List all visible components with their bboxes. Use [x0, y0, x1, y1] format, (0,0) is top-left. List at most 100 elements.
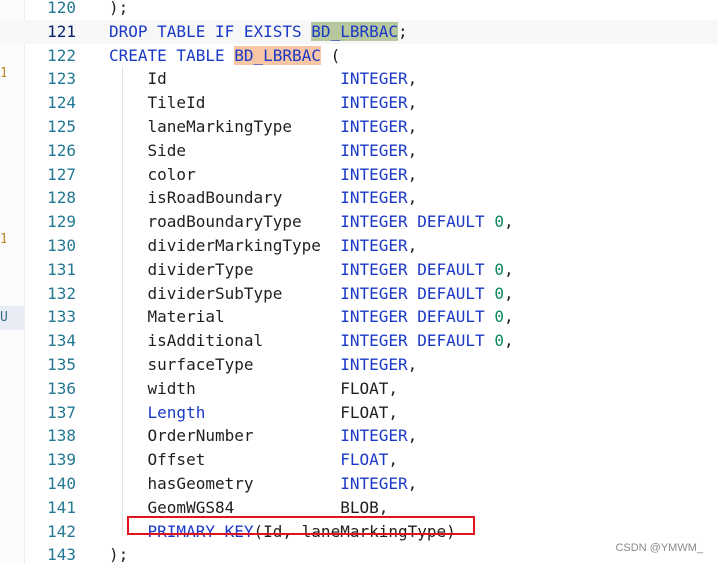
- code-line[interactable]: 124 TileId INTEGER,: [0, 91, 717, 115]
- code-line[interactable]: 123 Id INTEGER,: [0, 67, 717, 91]
- code-line[interactable]: 140 hasGeometry INTEGER,: [0, 472, 717, 496]
- identifier-reference: BD_LBRBAC: [234, 45, 321, 65]
- code-text[interactable]: DROP TABLE IF EXISTS BD_LBRBAC;: [109, 20, 408, 44]
- text-token: isRoadBoundary: [109, 188, 341, 208]
- text-token: width: [109, 378, 341, 398]
- code-line[interactable]: 138 OrderNumber INTEGER,: [0, 424, 717, 448]
- code-line[interactable]: 143);: [0, 543, 717, 564]
- text-token: Side: [109, 140, 341, 160]
- code-line[interactable]: 132 dividerSubType INTEGER DEFAULT 0,: [0, 282, 717, 306]
- line-number: 124: [47, 93, 76, 113]
- code-line[interactable]: 135 surfaceType INTEGER,: [0, 353, 717, 377]
- code-text[interactable]: roadBoundaryType INTEGER DEFAULT 0,: [109, 210, 514, 234]
- code-text[interactable]: );: [109, 0, 128, 20]
- number-token: 0: [494, 259, 504, 279]
- text-token: ,: [503, 283, 514, 303]
- keyword-token: CREATE TABLE: [109, 45, 235, 65]
- line-number: 137: [47, 402, 76, 422]
- keyword-token: INTEGER DEFAULT: [340, 283, 495, 303]
- text-token: isAdditional: [109, 331, 341, 351]
- line-number: 125: [47, 117, 76, 136]
- code-text[interactable]: CREATE TABLE BD_LBRBAC (: [109, 44, 340, 68]
- line-number: 132: [47, 283, 76, 303]
- code-editor[interactable]: 1 1 U 120); 121 DROP TABLE IF EXISTS BD_LB…: [0, 0, 717, 564]
- code-line[interactable]: 137 Length FLOAT,: [0, 401, 717, 425]
- code-text[interactable]: Material INTEGER DEFAULT 0,: [109, 305, 514, 329]
- code-line[interactable]: 125 laneMarkingType INTEGER,: [0, 115, 717, 139]
- code-text[interactable]: TileId INTEGER,: [109, 91, 418, 115]
- text-token: laneMarkingType: [109, 117, 341, 136]
- keyword-token: INTEGER DEFAULT: [340, 259, 495, 279]
- line-number: 134: [47, 331, 76, 351]
- line-number: 123: [47, 69, 76, 89]
- text-token: (: [320, 45, 341, 65]
- text-token: );: [109, 0, 129, 17]
- code-text[interactable]: surfaceType INTEGER,: [109, 353, 418, 377]
- code-line[interactable]: 122 CREATE TABLE BD_LBRBAC (: [0, 44, 717, 68]
- code-text[interactable]: isRoadBoundary INTEGER,: [109, 186, 418, 210]
- keyword-token: INTEGER DEFAULT: [340, 212, 495, 232]
- text-token: ,: [407, 188, 418, 208]
- code-line[interactable]: 120);: [0, 0, 717, 20]
- line-number: 122: [47, 45, 76, 65]
- keyword-token: INTEGER: [340, 188, 408, 208]
- code-line[interactable]: 129 roadBoundaryType INTEGER DEFAULT 0,: [0, 210, 717, 234]
- code-text[interactable]: Side INTEGER,: [109, 139, 418, 163]
- text-token: ,: [407, 140, 418, 160]
- text-token: ,: [503, 259, 514, 279]
- keyword-token: INTEGER: [340, 236, 408, 255]
- code-text[interactable]: dividerType INTEGER DEFAULT 0,: [109, 258, 514, 282]
- text-token: roadBoundaryType: [109, 212, 341, 232]
- text-token: ,: [388, 450, 398, 470]
- text-token: ,: [407, 164, 418, 184]
- keyword-token: INTEGER DEFAULT: [340, 331, 495, 351]
- code-text[interactable]: Id INTEGER,: [109, 67, 418, 91]
- code-line[interactable]: 128 isRoadBoundary INTEGER,: [0, 186, 717, 210]
- code-text[interactable]: );: [109, 543, 128, 564]
- code-line[interactable]: 130 dividerMarkingType INTEGER,: [0, 234, 717, 258]
- line-number: 131: [47, 259, 76, 279]
- code-line[interactable]: 139 Offset FLOAT,: [0, 448, 717, 472]
- keyword-token: DROP TABLE IF EXISTS: [109, 21, 312, 41]
- code-text[interactable]: dividerSubType INTEGER DEFAULT 0,: [109, 282, 514, 306]
- code-line[interactable]: 127 color INTEGER,: [0, 163, 717, 187]
- code-text[interactable]: dividerMarkingType INTEGER,: [109, 234, 418, 258]
- code-text[interactable]: hasGeometry INTEGER,: [109, 472, 418, 496]
- code-line[interactable]: 134 isAdditional INTEGER DEFAULT 0,: [0, 329, 717, 353]
- text-token: hasGeometry: [109, 474, 341, 493]
- line-number: 135: [47, 355, 76, 374]
- code-line[interactable]: 121 DROP TABLE IF EXISTS BD_LBRBAC;: [0, 19, 717, 44]
- line-number: 129: [47, 212, 76, 232]
- code-text[interactable]: laneMarkingType INTEGER,: [109, 115, 418, 139]
- text-token: GeomWGS84 BLOB,: [109, 497, 389, 517]
- text-token: ,: [407, 93, 418, 113]
- code-text[interactable]: width FLOAT,: [109, 377, 398, 401]
- code-text[interactable]: OrderNumber INTEGER,: [109, 424, 418, 448]
- text-token: ,: [503, 331, 514, 351]
- text-token: ;: [398, 21, 408, 41]
- code-text[interactable]: color INTEGER,: [109, 163, 418, 187]
- code-text[interactable]: isAdditional INTEGER DEFAULT 0,: [109, 329, 514, 353]
- text-token: ,: [407, 236, 418, 255]
- keyword-token: INTEGER: [340, 426, 408, 446]
- code-line[interactable]: 131 dividerType INTEGER DEFAULT 0,: [0, 258, 717, 282]
- keyword-token: Length: [147, 402, 206, 422]
- code-text[interactable]: Length FLOAT,: [109, 401, 398, 425]
- code-text[interactable]: Offset FLOAT,: [109, 448, 398, 472]
- line-number: 133: [47, 307, 76, 327]
- text-token: color: [109, 164, 341, 184]
- code-line[interactable]: 133 Material INTEGER DEFAULT 0,: [0, 305, 717, 329]
- number-token: 0: [494, 331, 504, 351]
- code-line[interactable]: 126 Side INTEGER,: [0, 139, 717, 163]
- line-number: 128: [47, 188, 76, 208]
- text-token: Offset: [109, 450, 341, 470]
- code-line[interactable]: 136 width FLOAT,: [0, 377, 717, 401]
- number-token: 0: [494, 212, 504, 232]
- keyword-token: INTEGER: [340, 164, 408, 184]
- keyword-token: INTEGER: [340, 140, 408, 160]
- keyword-token: FLOAT: [340, 450, 389, 470]
- text-token: Id: [109, 69, 341, 89]
- text-token: surfaceType: [109, 355, 341, 374]
- text-token: ,: [407, 355, 418, 374]
